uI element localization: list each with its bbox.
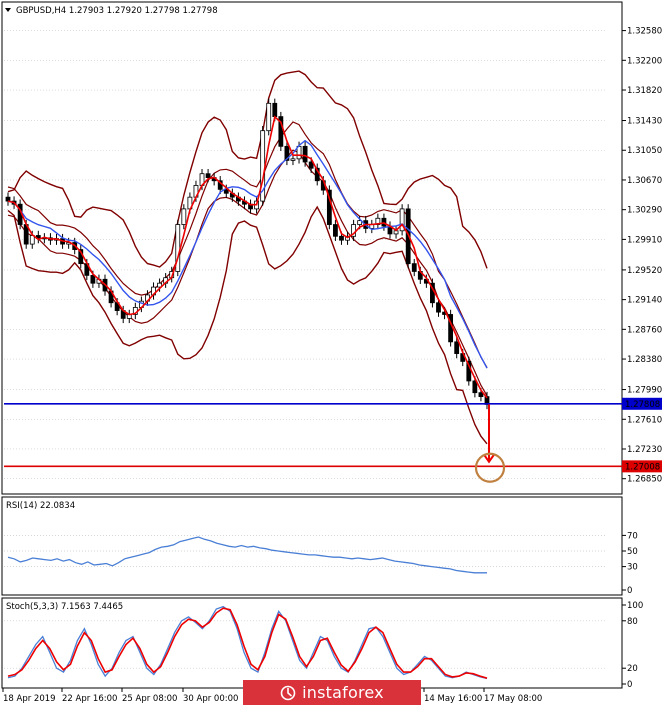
y-tick-label: 70 (627, 531, 638, 541)
y-tick-label: 1.31820 (627, 86, 662, 96)
candle-body (454, 341, 460, 354)
x-tick-label: 22 Apr 16:00 (62, 694, 117, 704)
instaforex-logo-icon (280, 685, 296, 700)
candle-body (411, 263, 417, 272)
candle-body (5, 196, 11, 202)
candle-body (29, 235, 35, 245)
x-tick-label: 18 Apr 2019 (3, 694, 56, 704)
y-tick-label: 30 (627, 563, 638, 573)
watermark-logo: instaforex (243, 680, 421, 705)
y-tick-label: 1.32580 (627, 27, 662, 37)
candle-body (90, 274, 96, 284)
y-tick-label: 1.31430 (627, 117, 662, 127)
x-tick-label: 30 Apr 00:00 (183, 694, 238, 704)
main-y-axis: 1.32580 1.32200 1.31820 1.31430 1.31050 1.306… (622, 27, 662, 485)
y-tick-label: 0 (627, 680, 632, 690)
candle-body (302, 145, 308, 163)
y-tick-label: 1.30290 (627, 206, 662, 216)
chart-header: GBPUSD,H4 1.27903 1.27920 1.27798 1.2779… (16, 6, 218, 16)
y-tick-label: 0 (627, 586, 632, 596)
y-tick-label: 80 (627, 617, 638, 627)
candle-body (333, 224, 338, 237)
watermark-text: instaforex (302, 683, 384, 702)
y-tick-label: 1.29910 (627, 235, 662, 245)
y-tick-label: 100 (627, 601, 643, 611)
y-tick-label: 1.32200 (627, 56, 662, 66)
y-tick-label: 20 (627, 664, 638, 674)
candle-body (266, 102, 272, 132)
y-tick-label: 1.28380 (627, 355, 662, 365)
y-tick-label: 1.27990 (627, 386, 662, 396)
candle-body (339, 235, 344, 241)
chart-canvas: 1.32580 1.32200 1.31820 1.31430 1.31050 1.306… (1, 1, 662, 704)
y-tick-label: 1.26850 (627, 475, 662, 485)
rsi-label: RSI(14) 22.0834 (6, 501, 75, 511)
candle-body (393, 230, 399, 235)
stoch-label: Stoch(5,3,3) 7.1563 7.4465 (6, 602, 123, 612)
candle-body (436, 302, 441, 313)
price-level-label: 1.27808 (625, 400, 660, 410)
y-tick-label: 1.30670 (627, 176, 662, 186)
y-tick-label: 1.31050 (627, 146, 662, 156)
y-tick-label: 1.29140 (627, 296, 662, 306)
candle-body (478, 392, 484, 397)
y-tick-label: 50 (627, 547, 638, 557)
candle-body (181, 208, 187, 225)
price-level-label: 1.27008 (625, 462, 660, 472)
rsi-panel (1, 496, 623, 596)
candle-body (272, 102, 278, 118)
y-tick-label: 1.28760 (627, 325, 662, 335)
x-tick-label: 17 May 08:00 (484, 694, 542, 704)
y-tick-label: 1.27610 (627, 415, 662, 425)
x-tick-label: 14 May 16:00 (424, 694, 482, 704)
y-tick-label: 1.27230 (627, 445, 662, 455)
candle-body (290, 158, 296, 161)
candle-body (205, 173, 211, 179)
y-tick-label: 1.29520 (627, 266, 662, 276)
x-tick-label: 25 Apr 08:00 (122, 694, 177, 704)
